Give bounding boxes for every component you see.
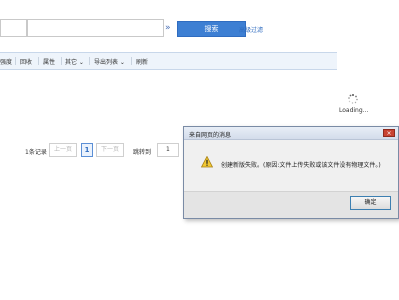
loading-text: Loading... (339, 107, 369, 114)
toolbar-item-first[interactable]: 强度 (0, 57, 12, 66)
toolbar-item-properties[interactable]: 属性 (43, 57, 55, 66)
jump-page-input[interactable]: 1 (157, 143, 179, 157)
record-count: 1条记录 (25, 149, 47, 156)
jump-to-label: 跳转到 (133, 149, 152, 156)
toolbar-divider (15, 57, 16, 65)
ok-button[interactable]: 确定 (350, 196, 391, 210)
close-button[interactable]: × (383, 129, 395, 137)
advanced-filter-link[interactable]: 高级过滤 (239, 25, 263, 34)
current-page[interactable]: 1 (81, 143, 93, 157)
dialog-titlebar[interactable]: 来自网页的消息 × (184, 127, 398, 140)
search-category-input[interactable] (0, 19, 27, 37)
alert-dialog: 来自网页的消息 × 创建新版失败。(原因:文件上传失败或该文件没有物理文件。) … (183, 126, 399, 219)
search-input[interactable] (27, 19, 164, 37)
dialog-footer: 确定 (184, 191, 398, 218)
dialog-title: 来自网页的消息 (189, 132, 232, 139)
toolbar-divider (38, 57, 39, 65)
toolbar-divider (89, 57, 90, 65)
toolbar-item-refresh[interactable]: 刷新 (136, 57, 148, 66)
next-page-button[interactable]: 下一页 (96, 143, 124, 157)
loading-spinner-icon (348, 94, 358, 104)
search-button[interactable]: 搜索 (177, 21, 246, 37)
toolbar-item-other[interactable]: 其它 ⌄ (65, 57, 84, 66)
toolbar: 强度 回收 属性 其它 ⌄ 导出列表 ⌄ 刷新 (0, 52, 337, 70)
dialog-message: 创建新版失败。(原因:文件上传失败或该文件没有物理文件。) (221, 162, 381, 169)
prev-page-button[interactable]: 上一页 (49, 143, 77, 157)
toolbar-item-export[interactable]: 导出列表 ⌄ (94, 57, 125, 66)
toolbar-divider (131, 57, 132, 65)
toolbar-item-recycle[interactable]: 回收 (20, 57, 32, 66)
warning-icon (201, 156, 213, 168)
chevron-down-icon[interactable]: » (165, 22, 173, 34)
toolbar-divider (61, 57, 62, 65)
